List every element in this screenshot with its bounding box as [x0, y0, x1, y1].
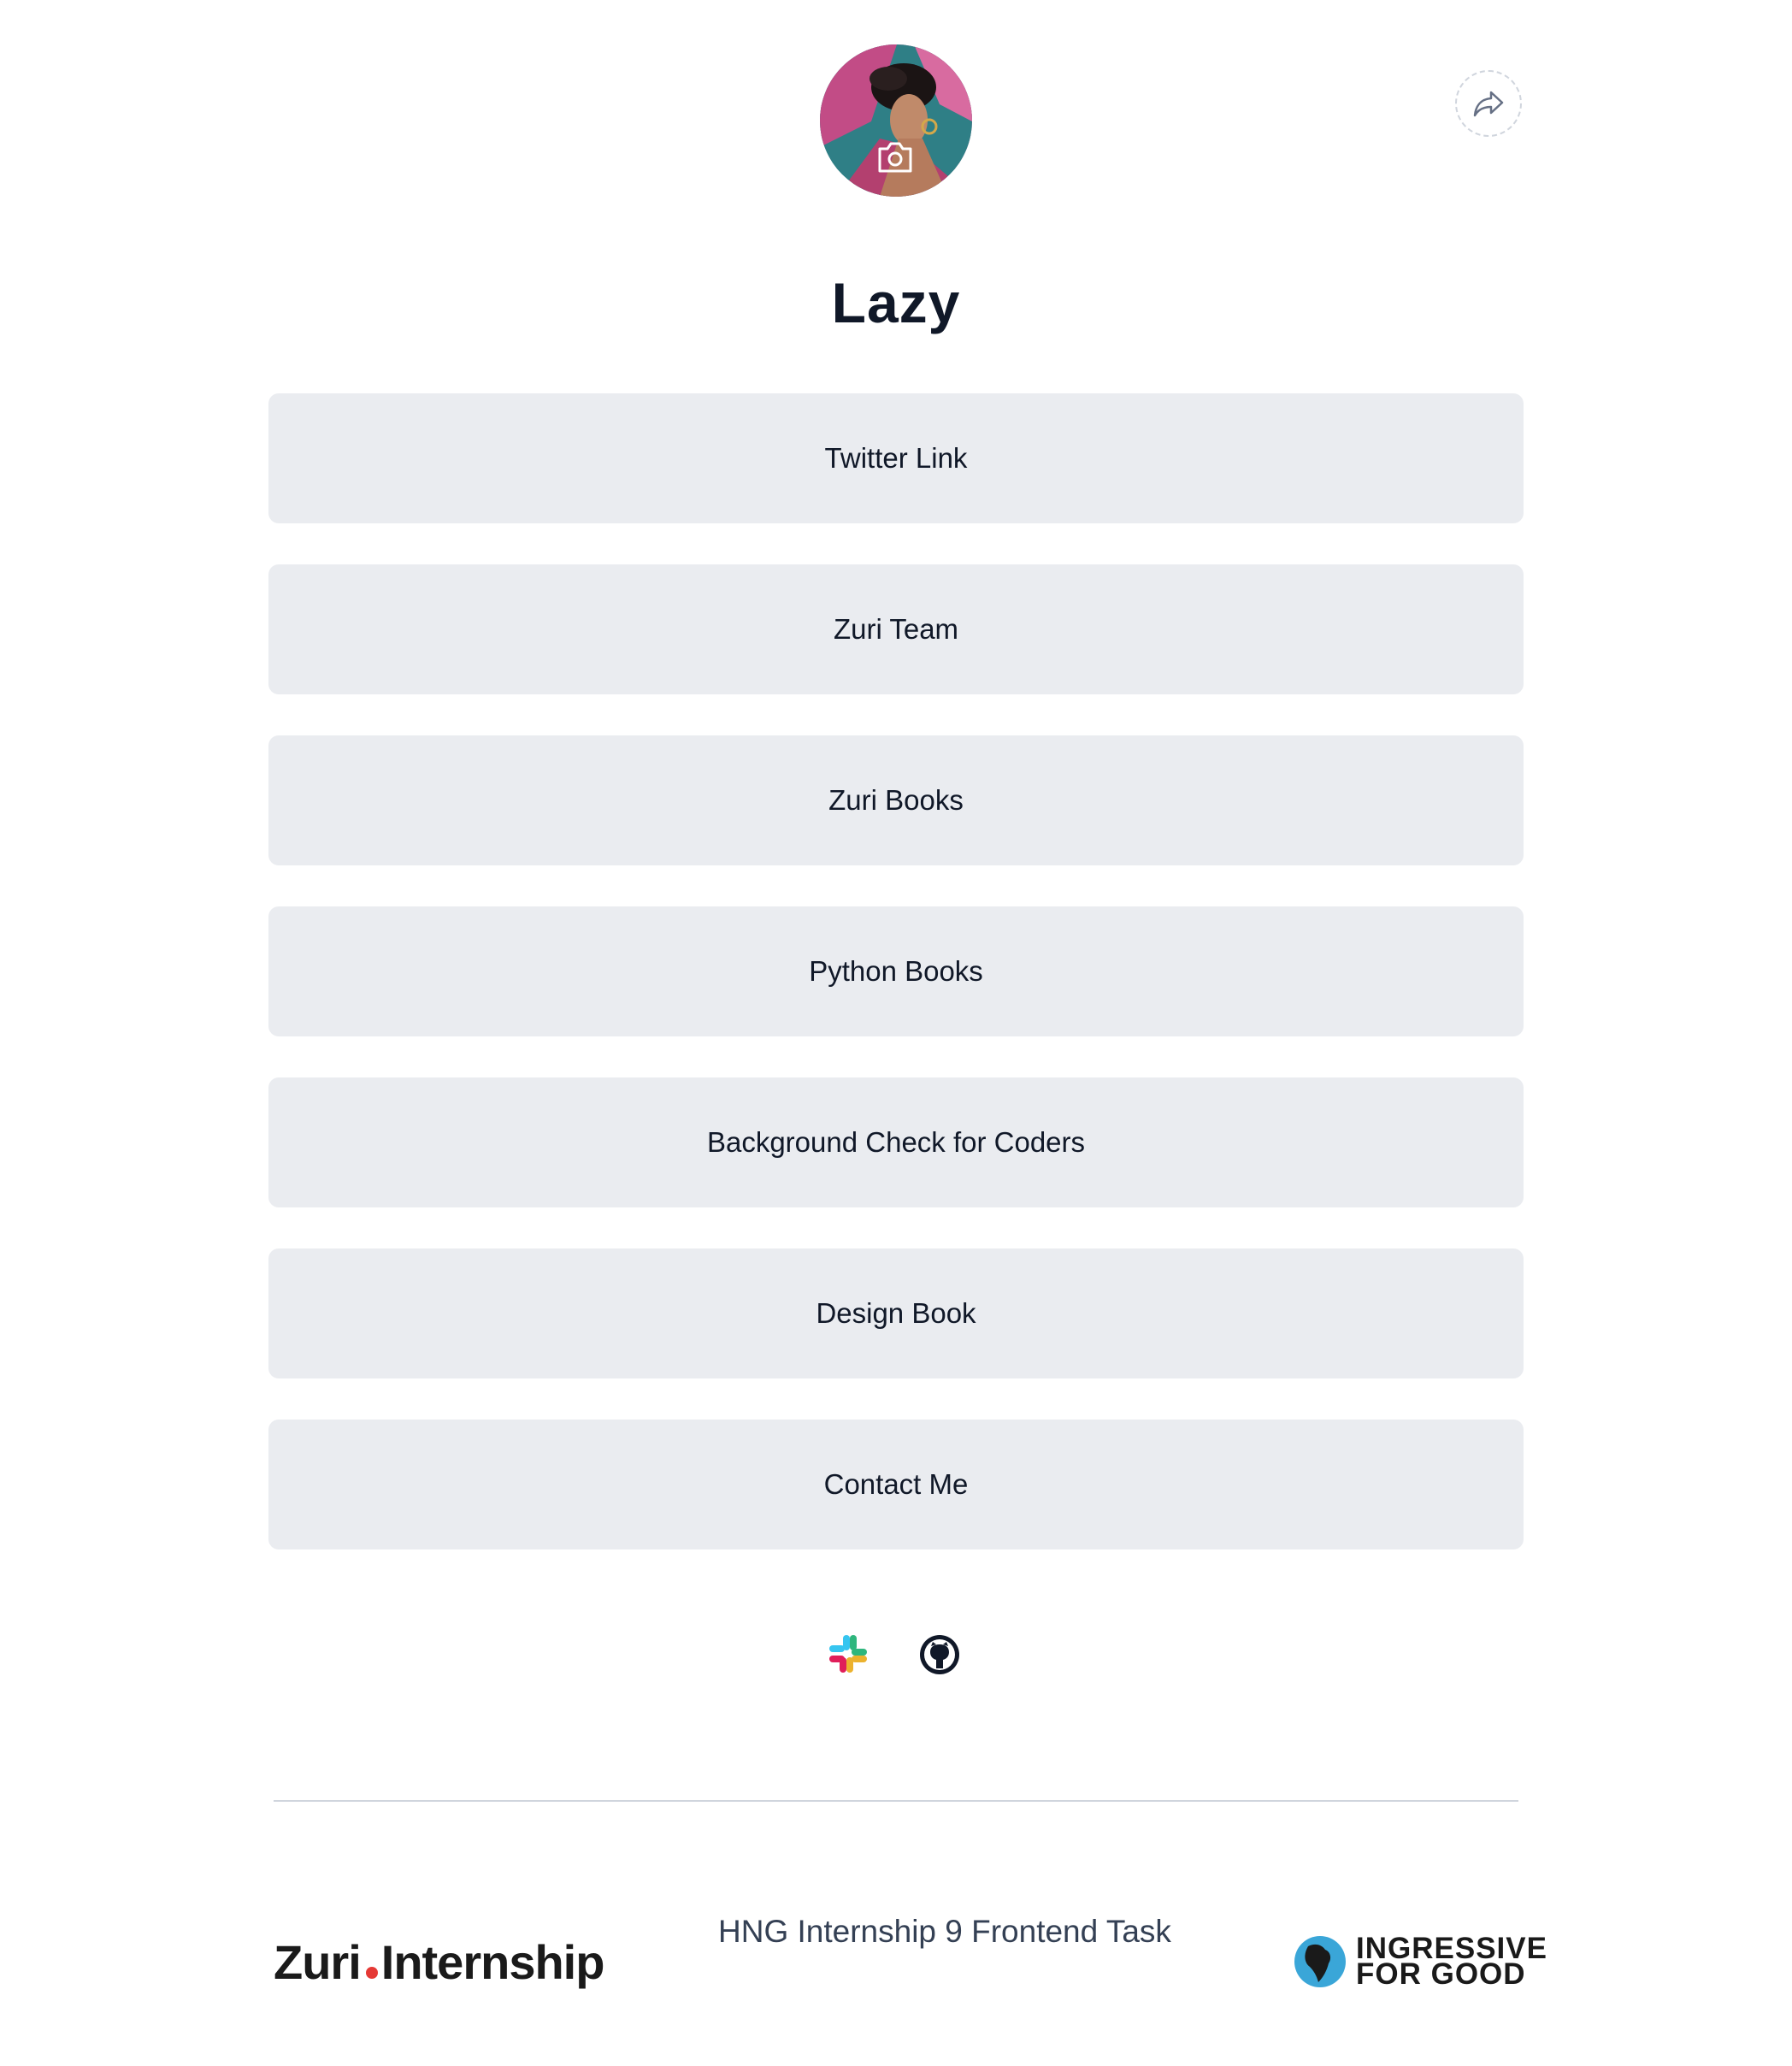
share-icon [1473, 91, 1504, 117]
zuri-internship-logo: Zuri Internship [274, 1934, 604, 1990]
zuri-logo-text: Zuri [274, 1935, 362, 1989]
link-button-contact-me[interactable]: Contact Me [268, 1420, 1524, 1550]
link-button-design-book[interactable]: Design Book [268, 1248, 1524, 1378]
slack-icon[interactable] [828, 1633, 869, 1674]
camera-icon[interactable] [876, 140, 914, 174]
footer-divider [274, 1800, 1518, 1802]
internship-logo-text: Internship [380, 1935, 605, 1989]
github-icon[interactable] [918, 1633, 961, 1676]
globe-icon [1294, 1936, 1346, 1987]
share-button[interactable] [1455, 70, 1522, 137]
i4g-line2: FOR GOOD [1356, 1957, 1526, 1991]
link-button-background-check[interactable]: Background Check for Coders [268, 1077, 1524, 1207]
footer-task-text: HNG Internship 9 Frontend Task [718, 1914, 1171, 1949]
links-list: Twitter Link Zuri Team Zuri Books Python… [268, 393, 1524, 1591]
social-links [828, 1633, 966, 1681]
link-button-python-books[interactable]: Python Books [268, 906, 1524, 1036]
link-button-zuri-books[interactable]: Zuri Books [268, 735, 1524, 865]
profile-name: Lazy [831, 271, 961, 334]
zuri-logo-dot [365, 1967, 378, 1979]
ingressive-for-good-logo: INGRESSIVE FOR GOOD [1293, 1933, 1547, 1991]
link-button-twitter[interactable]: Twitter Link [268, 393, 1524, 523]
link-button-zuri-team[interactable]: Zuri Team [268, 564, 1524, 694]
profile-avatar[interactable] [820, 44, 972, 197]
